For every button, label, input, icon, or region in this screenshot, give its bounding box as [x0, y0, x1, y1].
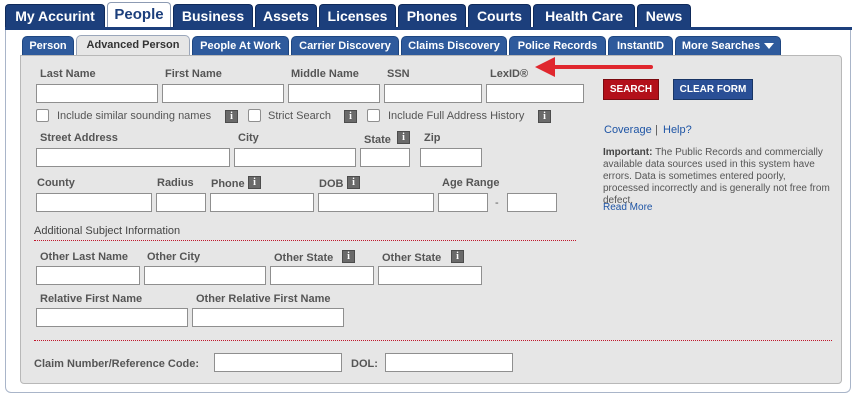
info-icon[interactable]: i [451, 250, 464, 263]
info-icon[interactable]: i [225, 110, 238, 123]
help-link[interactable]: Help? [663, 124, 692, 136]
street-address-label: Street Address [40, 132, 118, 144]
top-tab-business[interactable]: Business [173, 4, 253, 28]
section-divider [34, 340, 832, 341]
search-button[interactable]: SEARCH [603, 79, 659, 100]
notice-heading: Important: [603, 147, 653, 158]
middle-name-input[interactable] [288, 84, 380, 103]
similar-names-label: Include similar sounding names [57, 110, 212, 122]
age-range-dash: - [495, 197, 499, 209]
strict-search-label: Strict Search [268, 110, 331, 122]
subtab-police-records[interactable]: Police Records [509, 36, 606, 55]
full-address-history-label: Include Full Address History [388, 110, 525, 122]
subtab-more-searches[interactable]: More Searches [675, 36, 781, 55]
ssn-input[interactable] [384, 84, 482, 103]
dob-input[interactable] [318, 193, 434, 212]
city-label: City [238, 132, 259, 144]
read-more-link[interactable]: Read More [603, 202, 652, 213]
age-range-label: Age Range [442, 177, 500, 189]
first-name-label: First Name [165, 68, 222, 80]
search-form-panel [20, 55, 842, 384]
age-range-min-input[interactable] [438, 193, 488, 212]
other-city-input[interactable] [144, 266, 266, 285]
additional-subject-heading: Additional Subject Information [34, 225, 181, 237]
other-relative-first-name-input[interactable] [192, 308, 344, 327]
subtab-people-at-work[interactable]: People At Work [192, 36, 289, 55]
info-icon[interactable]: i [538, 110, 551, 123]
other-relative-first-name-label: Other Relative First Name [196, 293, 331, 305]
first-name-input[interactable] [162, 84, 284, 103]
state-input[interactable] [360, 148, 410, 167]
info-icon[interactable]: i [342, 250, 355, 263]
top-tab-health-care[interactable]: Health Care [533, 4, 635, 28]
info-icon[interactable]: i [347, 176, 360, 189]
top-tab-licenses[interactable]: Licenses [319, 4, 396, 28]
subtab-carrier-discovery[interactable]: Carrier Discovery [291, 36, 399, 55]
info-icon[interactable]: i [344, 110, 357, 123]
subtab-instantid[interactable]: InstantID [608, 36, 673, 55]
radius-input[interactable] [156, 193, 206, 212]
dol-label: DOL: [351, 358, 378, 370]
other-last-name-label: Other Last Name [40, 251, 129, 263]
city-input[interactable] [234, 148, 356, 167]
relative-first-name-label: Relative First Name [40, 293, 143, 305]
subtab-claims-discovery[interactable]: Claims Discovery [401, 36, 507, 55]
other-state-label: Other State [274, 252, 334, 264]
dol-input[interactable] [385, 353, 513, 372]
claim-number-label: Claim Number/Reference Code: [34, 358, 200, 370]
subtab-person[interactable]: Person [22, 36, 74, 55]
full-address-history-checkbox[interactable] [367, 109, 380, 122]
top-tab-news[interactable]: News [637, 4, 691, 28]
chevron-down-icon [764, 43, 775, 50]
last-name-input[interactable] [36, 84, 158, 103]
other-state-label: Other State [382, 252, 442, 264]
info-icon[interactable]: i [248, 176, 261, 189]
dob-label: DOB [319, 178, 344, 190]
other-state-input[interactable] [270, 266, 374, 285]
middle-name-label: Middle Name [291, 68, 359, 80]
other-city-label: Other City [147, 251, 201, 263]
relative-first-name-input[interactable] [36, 308, 188, 327]
last-name-label: Last Name [40, 68, 96, 80]
state-label: State [364, 134, 391, 146]
top-tab-people[interactable]: People [107, 2, 171, 29]
lexid-label: LexID® [490, 68, 529, 80]
county-input[interactable] [36, 193, 152, 212]
annotation-arrow-shaft [543, 65, 653, 69]
radius-label: Radius [157, 177, 194, 189]
phone-label: Phone [211, 178, 245, 190]
top-tab-assets[interactable]: Assets [255, 4, 317, 28]
lexid-input[interactable] [486, 84, 584, 103]
other-state-input[interactable] [378, 266, 482, 285]
clear-form-button[interactable]: CLEAR FORM [673, 79, 753, 100]
top-tab-courts[interactable]: Courts [468, 4, 531, 28]
info-icon[interactable]: i [397, 131, 410, 144]
zip-label: Zip [424, 132, 441, 144]
important-notice: Important: The Public Records and commer… [603, 147, 833, 207]
claim-number-input[interactable] [214, 353, 342, 372]
strict-search-checkbox[interactable] [248, 109, 261, 122]
similar-names-checkbox[interactable] [36, 109, 49, 122]
age-range-max-input[interactable] [507, 193, 557, 212]
top-tab-phones[interactable]: Phones [398, 4, 466, 28]
link-separator: | [655, 124, 658, 136]
county-label: County [37, 177, 75, 189]
more-searches-label: More Searches [681, 40, 761, 52]
phone-input[interactable] [210, 193, 314, 212]
top-tab-my-accurint[interactable]: My Accurint [5, 4, 105, 28]
annotation-arrow-icon [535, 57, 555, 77]
other-last-name-input[interactable] [36, 266, 140, 285]
coverage-link[interactable]: Coverage [604, 124, 652, 136]
street-address-input[interactable] [36, 148, 230, 167]
subtab-advanced-person[interactable]: Advanced Person [76, 35, 190, 56]
zip-input[interactable] [420, 148, 482, 167]
ssn-label: SSN [387, 68, 410, 80]
section-divider [34, 240, 576, 241]
